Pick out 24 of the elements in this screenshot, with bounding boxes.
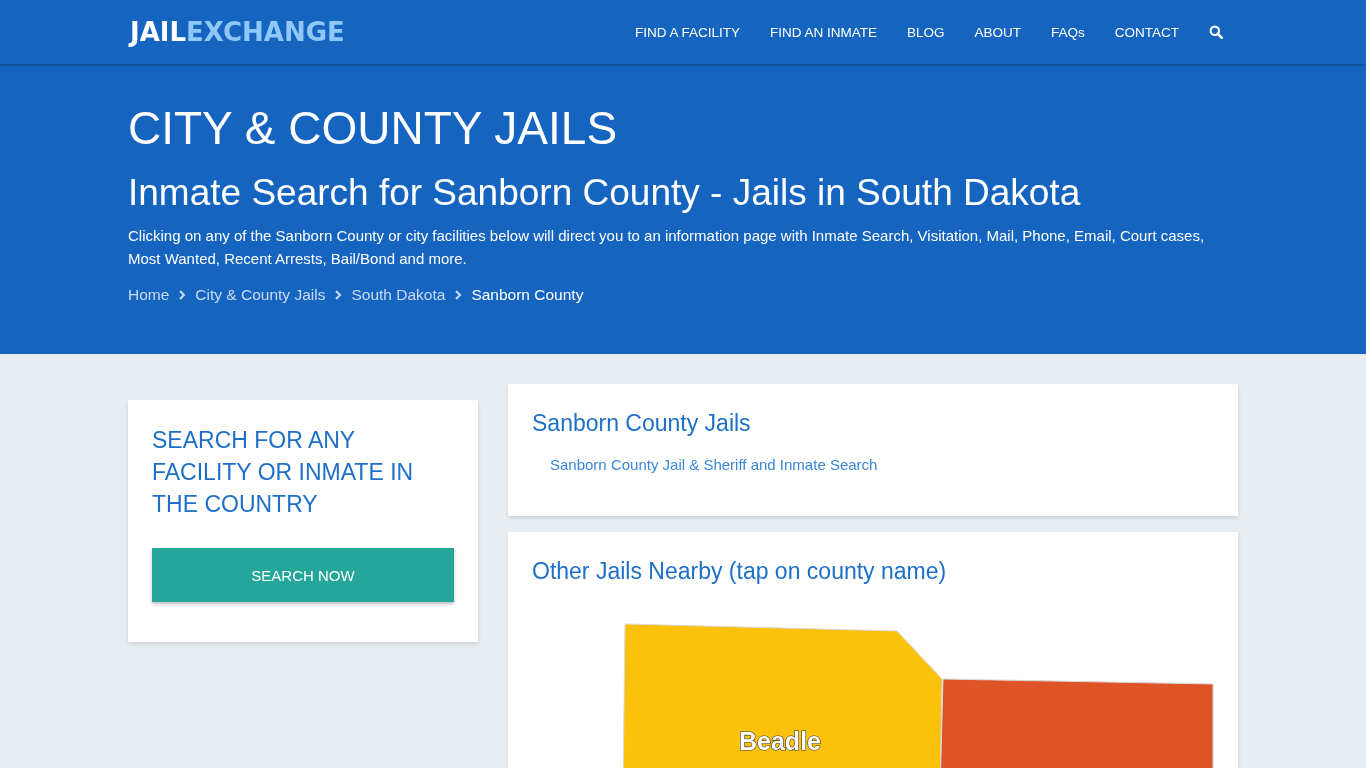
chevron-icon	[178, 289, 187, 301]
nav-link[interactable]: CONTACT	[1114, 24, 1179, 40]
breadcrumb-link[interactable]: Home	[128, 286, 170, 304]
card-heading: Sanborn County Jails	[532, 409, 752, 438]
jail-link[interactable]: Sanborn County Jail & Sheriff and Inmate Search	[550, 456, 878, 473]
site-logo[interactable]: JAILEXCHANGE	[128, 17, 345, 47]
search-heading: SEARCH FOR ANY FACILITY OR INMATE IN THE COUNTRY	[152, 426, 415, 519]
breadcrumb-current: Sanborn County	[471, 286, 584, 304]
nav-link[interactable]: FIND A FACILITY	[634, 24, 740, 40]
nav-link[interactable]: FAQs	[1051, 24, 1085, 40]
nav-link[interactable]: ABOUT	[974, 24, 1021, 40]
card-heading: Other Jails Nearby (tap on county name)	[531, 557, 948, 586]
breadcrumb-link[interactable]: City & County Jails	[195, 286, 326, 304]
breadcrumb-link[interactable]: South Dakota	[351, 286, 446, 304]
county-region[interactable]	[939, 678, 1214, 768]
chevron-icon	[334, 289, 343, 301]
page-title: CITY & COUNTY JAILS	[128, 101, 619, 154]
nav-link[interactable]: BLOG	[906, 24, 945, 40]
search-icon[interactable]	[1209, 25, 1223, 39]
nav-link[interactable]: FIND AN INMATE	[769, 24, 877, 40]
page-description: Clicking on any of the Sanborn County or city facilities below will direct you to an information page with Inmate Search, Visitation, Mail, Phone, Email, Court cases, Most Wanted, Recent Arrests, Bail/Bond and more.	[128, 226, 1206, 269]
search-now-button[interactable]: SEARCH NOW	[152, 548, 454, 602]
page-subtitle: Inmate Search for Sanborn County - Jails in South Dakota	[128, 171, 1082, 215]
chevron-icon	[454, 289, 463, 301]
